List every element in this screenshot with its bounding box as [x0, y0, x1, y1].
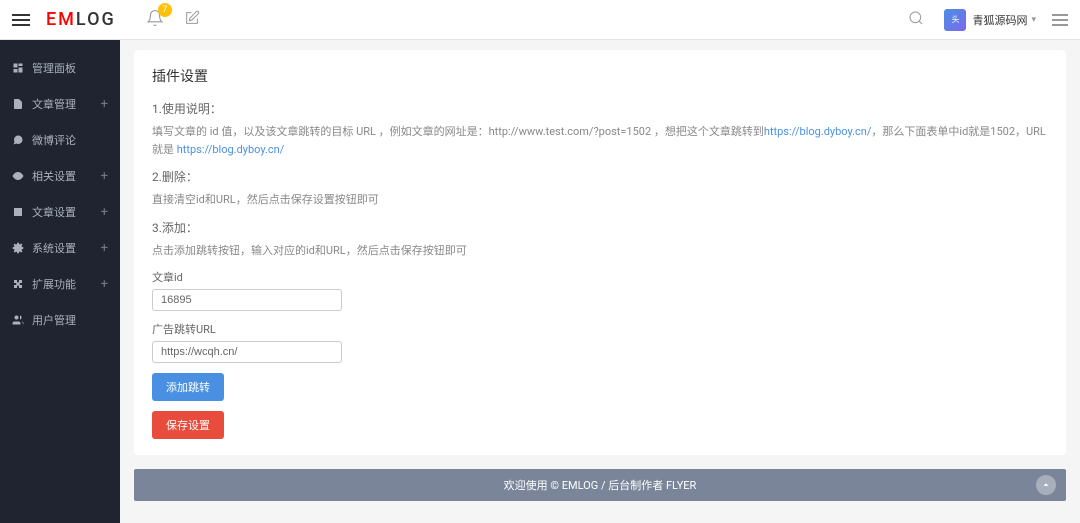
section-delete-desc: 直接清空id和URL，然后点击保存设置按钮即可 [152, 191, 1048, 209]
menu-toggle[interactable] [12, 11, 36, 29]
settings-card: 插件设置 1.使用说明： 填写文章的 id 值，以及该文章跳转的目标 URL ，… [134, 50, 1066, 455]
notification-bell[interactable]: 7 [146, 9, 164, 30]
avatar: 头 [944, 9, 966, 31]
example-link-2[interactable]: https://blog.dyboy.cn/ [177, 143, 285, 156]
expand-icon: + [101, 205, 108, 220]
sidebar-item-3[interactable]: 相关设置 + [0, 158, 120, 194]
footer: 欢迎使用 © EMLOG / 后台制作者 FLYER [134, 469, 1066, 501]
add-redirect-button[interactable]: 添加跳转 [152, 373, 224, 401]
sidebar-item-7[interactable]: 用户管理 [0, 302, 120, 338]
dashboard-icon [12, 62, 24, 74]
expand-icon: + [101, 169, 108, 184]
sidebar-item-label: 系统设置 [32, 240, 76, 256]
section-add-desc: 点击添加跳转按钮，输入对应的id和URL，然后点击保存按钮即可 [152, 242, 1048, 260]
user-menu[interactable]: 头 青狐源码网 ▾ [944, 9, 1036, 31]
sidebar-item-1[interactable]: 文章管理 + [0, 86, 120, 122]
sidebar-item-6[interactable]: 扩展功能 + [0, 266, 120, 302]
more-menu[interactable] [1052, 11, 1068, 29]
sidebar-item-label: 微博评论 [32, 132, 76, 148]
username: 青狐源码网 [972, 12, 1027, 28]
logo[interactable]: EMLOG [46, 9, 116, 30]
save-settings-button[interactable]: 保存设置 [152, 411, 224, 439]
puzzle-icon [12, 278, 24, 290]
doc-icon [12, 206, 24, 218]
notif-badge: 7 [158, 3, 172, 17]
sidebar-item-label: 用户管理 [32, 312, 76, 328]
scroll-top-button[interactable] [1036, 475, 1056, 495]
chevron-up-icon [1041, 480, 1051, 490]
expand-icon: + [101, 277, 108, 292]
chat-icon [12, 134, 24, 146]
page-title: 插件设置 [152, 66, 1048, 86]
section-delete-label: 2.删除： [152, 168, 1048, 185]
redirect-url-label: 广告跳转URL [152, 321, 1048, 337]
expand-icon: + [101, 241, 108, 256]
chevron-down-icon: ▾ [1031, 15, 1036, 25]
sidebar-item-label: 管理面板 [32, 60, 76, 76]
gear-icon [12, 242, 24, 254]
sidebar: 管理面板文章管理 + 微博评论相关设置 + 文章设置 + 系统设置 + 扩展功能 + 用户管理 [0, 40, 120, 523]
sidebar-item-label: 扩展功能 [32, 276, 76, 292]
sidebar-item-label: 文章管理 [32, 96, 76, 112]
write-button[interactable] [184, 10, 200, 29]
section-usage-label: 1.使用说明： [152, 100, 1048, 117]
edit-icon [184, 10, 200, 26]
eye-icon [12, 170, 24, 182]
sidebar-item-4[interactable]: 文章设置 + [0, 194, 120, 230]
sidebar-item-label: 文章设置 [32, 204, 76, 220]
example-link-1[interactable]: https://blog.dyboy.cn/ [764, 125, 872, 138]
sidebar-item-5[interactable]: 系统设置 + [0, 230, 120, 266]
article-id-input[interactable] [152, 289, 342, 311]
sidebar-item-0[interactable]: 管理面板 [0, 50, 120, 86]
redirect-url-input[interactable] [152, 341, 342, 363]
file-icon [12, 98, 24, 110]
article-id-label: 文章id [152, 269, 1048, 285]
sidebar-item-label: 相关设置 [32, 168, 76, 184]
expand-icon: + [101, 97, 108, 112]
search-icon [908, 10, 924, 26]
sidebar-item-2[interactable]: 微博评论 [0, 122, 120, 158]
section-add-label: 3.添加： [152, 219, 1048, 236]
footer-text: 欢迎使用 © EMLOG / 后台制作者 FLYER [504, 479, 697, 492]
search-button[interactable] [908, 10, 924, 29]
section-usage-desc: 填写文章的 id 值，以及该文章跳转的目标 URL ，例如文章的网址是：http… [152, 123, 1048, 158]
users-icon [12, 314, 24, 326]
